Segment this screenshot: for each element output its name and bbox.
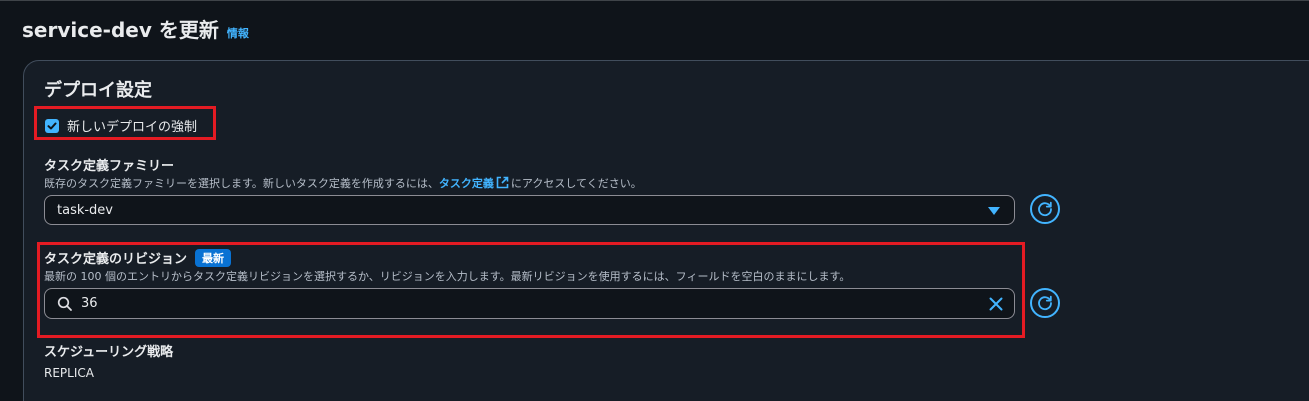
task-definition-link[interactable]: タスク定義 <box>439 177 494 190</box>
check-icon <box>47 122 57 129</box>
external-link-icon[interactable] <box>496 176 509 192</box>
chevron-down-icon[interactable] <box>988 207 1000 215</box>
force-new-deployment-checkbox[interactable]: 新しいデプロイの強制 <box>45 116 197 135</box>
task-family-desc-text: 既存のタスク定義ファミリーを選択します。新しいタスク定義を作成するには、 <box>44 177 439 190</box>
search-icon <box>57 296 73 316</box>
page-title: service-dev を更新 <box>22 18 219 42</box>
checkbox-label: 新しいデプロイの強制 <box>67 120 198 135</box>
task-family-select[interactable]: task-dev <box>44 195 1015 225</box>
top-divider <box>0 0 1309 1</box>
refresh-revision-button[interactable] <box>1030 288 1060 318</box>
checkbox-checked[interactable] <box>45 118 59 133</box>
task-revision-search[interactable] <box>44 288 1015 319</box>
task-family-label: タスク定義ファミリー <box>44 159 175 174</box>
task-family-desc-after: にアクセスしてください。 <box>510 177 642 190</box>
close-icon[interactable] <box>988 296 1004 316</box>
update-service-page: service-dev を更新 情報 デプロイ設定 新しいデプロイの強制 タスク… <box>0 0 1309 401</box>
latest-badge: 最新 <box>195 249 232 267</box>
scheduling-strategy-label: スケジューリング戦略 <box>44 345 174 360</box>
task-family-description: 既存のタスク定義ファミリーを選択します。新しいタスク定義を作成するには、タスク定… <box>44 175 642 192</box>
deploy-settings-panel: デプロイ設定 新しいデプロイの強制 タスク定義ファミリー 既存のタスク定義ファミ… <box>23 60 1309 401</box>
task-revision-input[interactable] <box>81 293 961 314</box>
page-header: service-dev を更新 情報 <box>22 14 249 43</box>
refresh-icon <box>1038 295 1052 311</box>
info-link[interactable]: 情報 <box>227 25 249 41</box>
task-revision-label-text: タスク定義のリビジョン <box>44 252 188 267</box>
refresh-family-button[interactable] <box>1030 194 1060 224</box>
scheduling-strategy-value: REPLICA <box>44 366 94 380</box>
task-family-selected-value: task-dev <box>57 203 113 218</box>
task-revision-label: タスク定義のリビジョン 最新 <box>44 248 232 267</box>
section-title: デプロイ設定 <box>44 80 152 101</box>
refresh-icon <box>1038 201 1052 217</box>
task-revision-description: 最新の 100 個のエントリからタスク定義リビジョンを選択するか、リビジョンを入… <box>44 270 851 283</box>
